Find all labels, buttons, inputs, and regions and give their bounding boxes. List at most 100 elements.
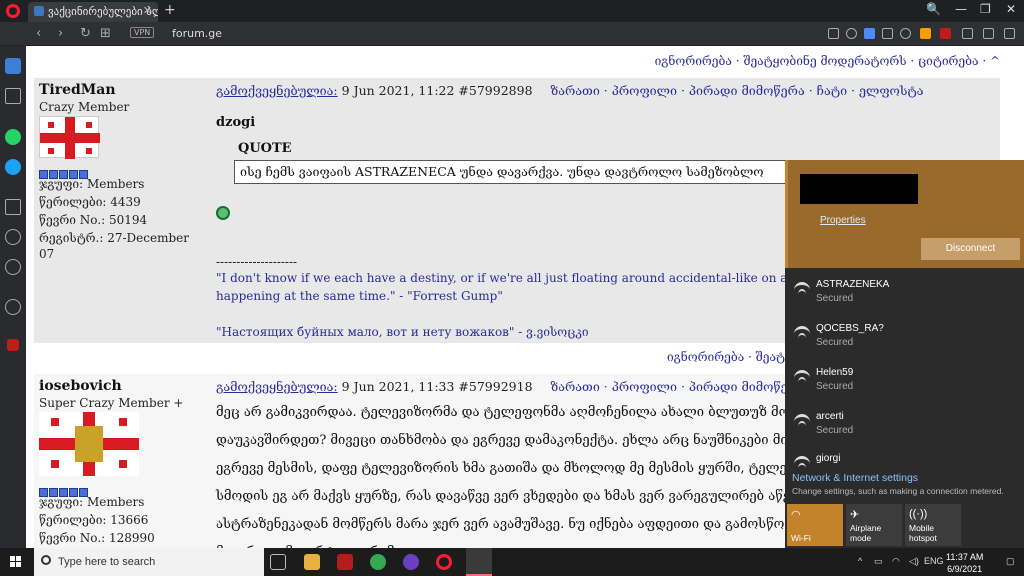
wifi-toggle[interactable]: ◠ Wi-Fi bbox=[787, 504, 843, 546]
extension-badge-icon[interactable] bbox=[940, 28, 951, 39]
wifi-signal-icon bbox=[794, 370, 810, 386]
reputation-dots-2 bbox=[39, 482, 207, 497]
quote-author: dzogi bbox=[216, 115, 256, 130]
vpn-badge[interactable]: VPN bbox=[130, 27, 155, 38]
network-item[interactable]: ASTRAZENEKA Secured bbox=[785, 274, 1024, 318]
lightbulb-icon[interactable] bbox=[5, 299, 21, 315]
post-action-bar[interactable]: იგნორირება · შეატყობინე მოდერატორს · ციტ… bbox=[26, 54, 1000, 68]
camera-icon[interactable] bbox=[828, 28, 839, 39]
user-group-2: ჯგუფი: Members bbox=[39, 495, 145, 509]
browser-tab-bar: ვაქცინირებულები ბლ... ✕ + 🔍 — ❐ ✕ bbox=[0, 0, 1024, 22]
network-status: Secured bbox=[816, 337, 854, 348]
wifi-toggle-label: Wi-Fi bbox=[791, 533, 811, 543]
windows-start-icon[interactable] bbox=[10, 556, 22, 568]
url-field[interactable]: forum.ge bbox=[172, 27, 222, 40]
post-id[interactable]: #57992898 bbox=[458, 83, 532, 98]
history-icon[interactable] bbox=[5, 229, 21, 245]
new-tab-button[interactable]: + bbox=[164, 2, 176, 18]
network-settings-description: Change settings, such as making a connec… bbox=[792, 486, 1004, 496]
download-icon[interactable] bbox=[983, 28, 994, 39]
volume-icon[interactable]: ◁) bbox=[909, 556, 919, 567]
username-2[interactable]: iosebovich bbox=[34, 374, 212, 394]
user-rank-2: Super Crazy Member + bbox=[39, 396, 184, 410]
home-icon[interactable] bbox=[5, 58, 21, 74]
network-item[interactable]: giorgi bbox=[785, 448, 1024, 470]
menu-icon[interactable] bbox=[1004, 28, 1015, 39]
network-settings-link[interactable]: Network & Internet settings bbox=[792, 472, 918, 484]
properties-link[interactable]: Properties bbox=[820, 215, 866, 226]
chrome-icon[interactable] bbox=[370, 554, 386, 570]
bookmarks-icon[interactable] bbox=[5, 88, 21, 104]
network-item[interactable]: QOCEBS_RA? Secured bbox=[785, 318, 1024, 362]
browser-tab[interactable]: ვაქცინირებულები ბლ... ✕ bbox=[28, 2, 158, 22]
opera-icon[interactable] bbox=[436, 554, 452, 570]
game-app-icon[interactable] bbox=[337, 554, 353, 570]
tabs-grid-icon[interactable]: ⊞ bbox=[100, 26, 111, 41]
shield-icon[interactable] bbox=[846, 28, 857, 39]
redacted-network-name bbox=[800, 174, 918, 204]
address-bar: ‹ › ↻ ⊞ VPN forum.ge bbox=[0, 22, 1024, 46]
network-name: Helen59 bbox=[816, 367, 854, 378]
back-icon[interactable]: ‹ bbox=[36, 26, 41, 41]
username[interactable]: TiredMan bbox=[34, 78, 212, 98]
search-tabs-icon[interactable]: 🔍 bbox=[926, 2, 941, 16]
published-label[interactable]: გამოქვეყნებულია: bbox=[216, 83, 338, 98]
taskbar-clock[interactable]: 11:37 AM 6/9/2021 bbox=[946, 551, 983, 575]
battery-icon[interactable]: ▭ bbox=[874, 556, 883, 567]
mobile-hotspot-toggle[interactable]: ((·)) Mobile hotspot bbox=[905, 504, 961, 546]
task-view-icon[interactable] bbox=[270, 554, 286, 570]
opera-gx-icon[interactable] bbox=[466, 548, 492, 576]
tray-chevron-icon[interactable]: ^ bbox=[858, 556, 862, 566]
settings-icon[interactable] bbox=[5, 259, 21, 275]
minimize-button[interactable]: — bbox=[955, 2, 967, 16]
user-rank: Crazy Member bbox=[39, 100, 130, 114]
close-tab-icon[interactable]: ✕ bbox=[143, 4, 152, 17]
windows-taskbar: Type here to search ^ ▭ ◠ ◁) ENG 11:37 A… bbox=[0, 548, 1024, 576]
notifications-icon[interactable]: ▢ bbox=[1006, 556, 1015, 567]
extension-sidebar-icon[interactable] bbox=[7, 339, 19, 351]
heart-icon[interactable] bbox=[900, 28, 911, 39]
taskbar-search-box[interactable]: Type here to search bbox=[34, 548, 264, 576]
network-name: arcerti bbox=[816, 411, 844, 422]
reload-icon[interactable]: ↻ bbox=[80, 26, 91, 41]
post-author-panel: TiredMan Crazy Member ჯგუფი: Members წერ… bbox=[34, 78, 212, 343]
disconnect-button[interactable]: Disconnect bbox=[921, 238, 1020, 260]
wifi-icon: ◠ bbox=[791, 509, 801, 521]
post-user-actions[interactable]: ზარათი · პროფილი · პირადი მიმოწერა · ჩატ… bbox=[551, 83, 924, 98]
network-item[interactable]: arcerti Secured bbox=[785, 406, 1024, 450]
twitter-icon[interactable] bbox=[5, 159, 21, 175]
quote-label: QUOTE bbox=[238, 141, 292, 156]
apps-icon[interactable] bbox=[5, 199, 21, 215]
maximize-button[interactable]: ❐ bbox=[980, 2, 991, 16]
network-name: giorgi bbox=[816, 453, 841, 464]
user-group: ჯგუფი: Members bbox=[39, 177, 145, 191]
quote-box: ისე ჩემს ვაიფაის ASTRAZENECA უნდა დავარქ… bbox=[234, 160, 814, 184]
search-icon bbox=[41, 555, 51, 565]
wifi-signal-icon bbox=[794, 282, 810, 298]
extension-icon[interactable] bbox=[920, 28, 931, 39]
language-indicator[interactable]: ENG bbox=[924, 556, 944, 566]
adblock-icon[interactable] bbox=[864, 28, 875, 39]
post-author-panel-2: iosebovich Super Crazy Member + ჯგუფი: M… bbox=[34, 374, 212, 548]
cube-icon[interactable] bbox=[962, 28, 973, 39]
network-item[interactable]: Helen59 Secured bbox=[785, 362, 1024, 406]
close-window-button[interactable]: ✕ bbox=[1006, 2, 1016, 16]
airplane-mode-toggle[interactable]: ✈ Airplane mode bbox=[846, 504, 902, 546]
send-icon[interactable] bbox=[882, 28, 893, 39]
opera-sidebar bbox=[0, 46, 26, 548]
whatsapp-icon[interactable] bbox=[5, 129, 21, 145]
wifi-tray-icon[interactable]: ◠ bbox=[892, 556, 900, 567]
post-date-2: 9 Jun 2021, 11:33 bbox=[341, 379, 455, 394]
opera-logo-icon[interactable] bbox=[6, 4, 20, 18]
file-explorer-icon[interactable] bbox=[304, 554, 320, 570]
wifi-flyout-panel: Properties Disconnect ASTRAZENEKA Secure… bbox=[785, 160, 1024, 548]
connected-network[interactable]: Properties Disconnect bbox=[785, 160, 1024, 268]
tor-browser-icon[interactable] bbox=[403, 554, 419, 570]
network-status: Secured bbox=[816, 381, 854, 392]
globe-icon[interactable] bbox=[216, 206, 230, 220]
forward-icon[interactable]: › bbox=[58, 26, 63, 41]
published-label-2[interactable]: გამოქვეყნებულია: bbox=[216, 379, 338, 394]
georgia-flag-avatar bbox=[39, 116, 100, 159]
tab-title: ვაქცინირებულები ბლ... bbox=[48, 5, 158, 18]
post-id-2[interactable]: #57992918 bbox=[458, 379, 532, 394]
